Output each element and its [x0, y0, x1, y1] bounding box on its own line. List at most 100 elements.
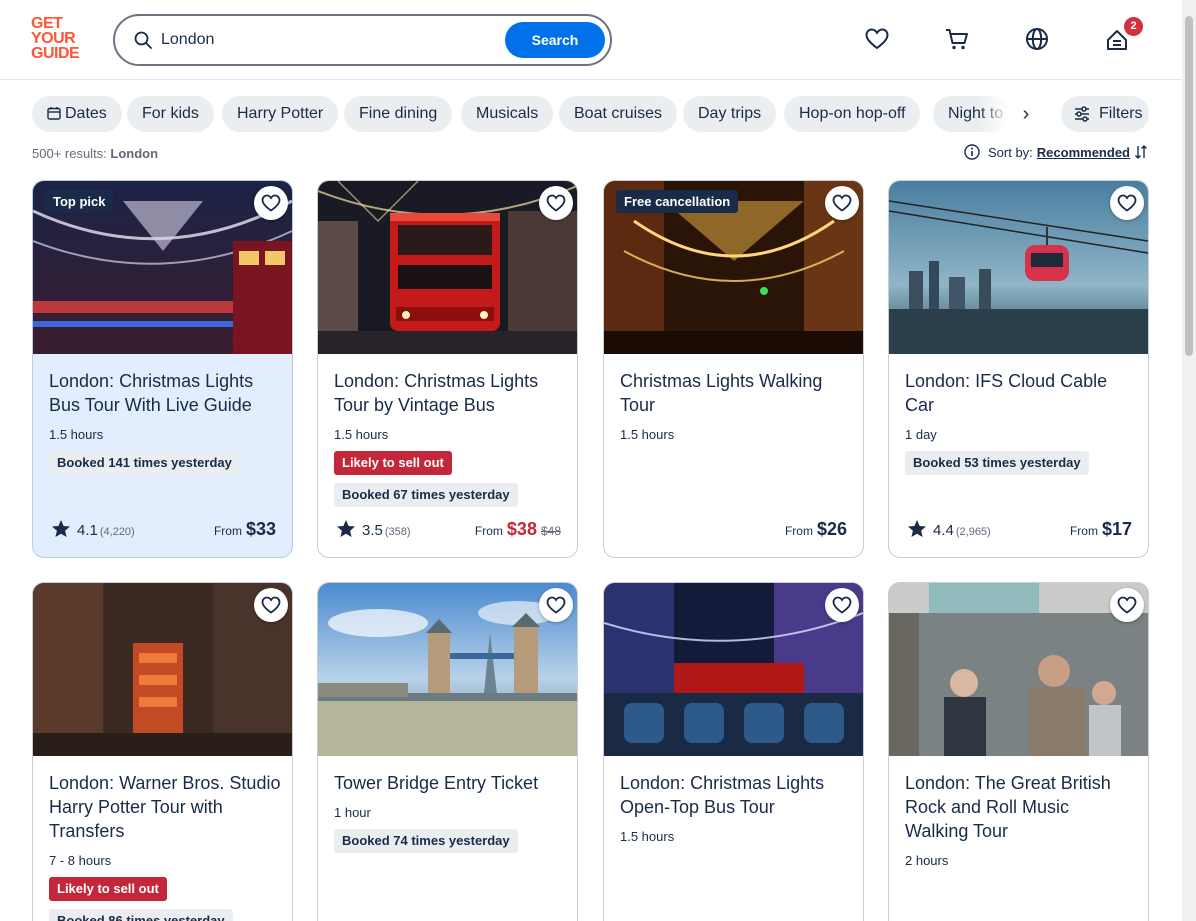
activity-card[interactable]: London: Christmas Lights Tour by Vintage…	[317, 180, 578, 558]
activity-price: From $26	[785, 517, 847, 541]
search-icon	[134, 31, 152, 49]
price-value: $17	[1101, 519, 1132, 539]
heart-icon	[546, 596, 566, 614]
chip-boat-cruises[interactable]: Boat cruises	[559, 96, 678, 132]
info-icon[interactable]	[964, 144, 980, 160]
globe-icon[interactable]	[1024, 26, 1050, 52]
logo-line-1: GET	[31, 15, 63, 32]
booked-badge: Booked 141 times yesterday	[49, 451, 240, 475]
booked-badge: Booked 53 times yesterday	[905, 451, 1089, 475]
top-pick-tag: Top pick	[45, 190, 114, 213]
activity-image[interactable]	[889, 583, 1148, 756]
logo-line-2: YOUR	[31, 30, 76, 47]
activity-card[interactable]: London: The Great British Rock and Roll …	[888, 582, 1149, 921]
review-count: (4,220)	[99, 526, 135, 538]
activity-card[interactable]: London: Warner Bros. Studio Harry Potter…	[32, 582, 293, 921]
wishlist-button[interactable]	[539, 186, 573, 220]
booked-badge: Booked 67 times yesterday	[334, 483, 518, 507]
chip-harry-potter[interactable]: Harry Potter	[222, 96, 339, 132]
activity-title[interactable]: London: Warner Bros. Studio Harry Potter…	[49, 771, 281, 843]
sliders-icon	[1075, 106, 1089, 122]
rating-value: 3.5	[362, 522, 383, 539]
activity-title[interactable]: London: Christmas Lights Bus Tour With L…	[49, 369, 281, 417]
chip-dates[interactable]: Dates	[32, 96, 122, 132]
activity-image[interactable]	[604, 583, 863, 756]
activity-duration: 1 day	[905, 427, 937, 442]
star-icon	[52, 520, 70, 537]
activity-card[interactable]: Tower Bridge Entry Ticket 1 hour Booked …	[317, 582, 578, 921]
wishlist-heart-icon[interactable]	[864, 26, 890, 52]
sort-arrows-icon[interactable]	[1134, 145, 1148, 159]
activity-rating: 3.5 (358)	[336, 519, 411, 539]
cart-icon[interactable]	[944, 26, 970, 52]
chips-next-arrow-icon[interactable]: ›	[1015, 96, 1037, 132]
scrollbar-thumb[interactable]	[1185, 16, 1193, 356]
star-icon	[337, 520, 355, 537]
chip-musicals[interactable]: Musicals	[461, 96, 554, 132]
search-button[interactable]: Search	[505, 22, 605, 58]
search-input[interactable]	[161, 26, 491, 54]
rating-value: 4.4	[933, 522, 954, 539]
heart-icon	[261, 596, 281, 614]
sort-label: Sort by:	[988, 145, 1033, 160]
heart-icon	[832, 596, 852, 614]
price-value: $26	[816, 519, 847, 539]
activity-duration: 1.5 hours	[620, 427, 675, 442]
activity-image[interactable]	[33, 583, 292, 756]
chip-day-trips[interactable]: Day trips	[683, 96, 777, 132]
wishlist-button[interactable]	[254, 588, 288, 622]
filters-button[interactable]: Filters	[1061, 96, 1149, 132]
chip-hop-on-hop-off[interactable]: Hop-on hop-off	[784, 96, 921, 132]
activity-title[interactable]: Tower Bridge Entry Ticket	[334, 771, 566, 795]
wishlist-button[interactable]	[1110, 588, 1144, 622]
original-price: $48	[540, 524, 561, 538]
chip-for-kids[interactable]: For kids	[127, 96, 214, 132]
booked-badge: Booked 86 times yesterday	[49, 909, 233, 921]
activity-card[interactable]: London: IFS Cloud Cable Car 1 day Booked…	[888, 180, 1149, 558]
activity-rating: 4.1 (4,220)	[51, 519, 135, 539]
activity-duration: 1.5 hours	[49, 427, 104, 442]
price-from-label: From	[1069, 524, 1098, 538]
likely-to-sell-out-badge: Likely to sell out	[334, 451, 452, 475]
rating-value: 4.1	[77, 522, 98, 539]
heart-icon	[261, 194, 281, 212]
activity-image[interactable]	[889, 181, 1148, 354]
category-chips: Dates For kids Harry Potter Fine dining …	[32, 96, 1149, 132]
wishlist-button[interactable]	[1110, 186, 1144, 220]
activity-price: From $17	[1070, 517, 1132, 541]
free-cancellation-tag: Free cancellation	[616, 190, 739, 213]
wishlist-button[interactable]	[825, 588, 859, 622]
wishlist-button[interactable]	[539, 588, 573, 622]
activity-price: From $38 $48	[475, 517, 561, 541]
activity-duration: 1 hour	[334, 805, 371, 820]
activity-duration: 1.5 hours	[620, 829, 675, 844]
getyourguide-logo[interactable]: GET YOUR GUIDE	[31, 15, 91, 62]
activity-image[interactable]	[318, 181, 577, 354]
wishlist-button[interactable]	[254, 186, 288, 220]
cart-count-badge: 2	[1124, 17, 1143, 36]
calendar-icon	[47, 107, 61, 120]
activity-title[interactable]: London: IFS Cloud Cable Car	[905, 369, 1137, 417]
activity-title[interactable]: London: Christmas Lights Tour by Vintage…	[334, 369, 566, 417]
activity-card[interactable]: London: Christmas Lights Open-Top Bus To…	[603, 582, 864, 921]
chip-fine-dining[interactable]: Fine dining	[344, 96, 453, 132]
review-count: (2,965)	[955, 526, 991, 538]
sort-control[interactable]: Sort by: Recommended	[964, 144, 1148, 162]
heart-icon	[546, 194, 566, 212]
activity-image[interactable]	[318, 583, 577, 756]
activity-title[interactable]: London: The Great British Rock and Roll …	[905, 771, 1137, 843]
activity-card[interactable]: Free cancellation Christmas Lights Walki…	[603, 180, 864, 558]
star-icon	[908, 520, 926, 537]
logo-line-3: GUIDE	[31, 45, 80, 62]
wishlist-button[interactable]	[825, 186, 859, 220]
price-from-label: From	[213, 524, 242, 538]
activity-title[interactable]: London: Christmas Lights Open-Top Bus To…	[620, 771, 852, 819]
heart-icon	[1117, 596, 1137, 614]
activity-title[interactable]: Christmas Lights Walking Tour	[620, 369, 852, 417]
activity-duration: 7 - 8 hours	[49, 853, 112, 868]
activity-price: From $33	[214, 517, 276, 541]
chip-night-tours[interactable]: Night to	[933, 96, 1009, 132]
page-scrollbar[interactable]	[1182, 0, 1196, 921]
activity-card[interactable]: Top pick London: Christmas Lights Bus To…	[32, 180, 293, 558]
sort-value[interactable]: Recommended	[1037, 145, 1130, 160]
